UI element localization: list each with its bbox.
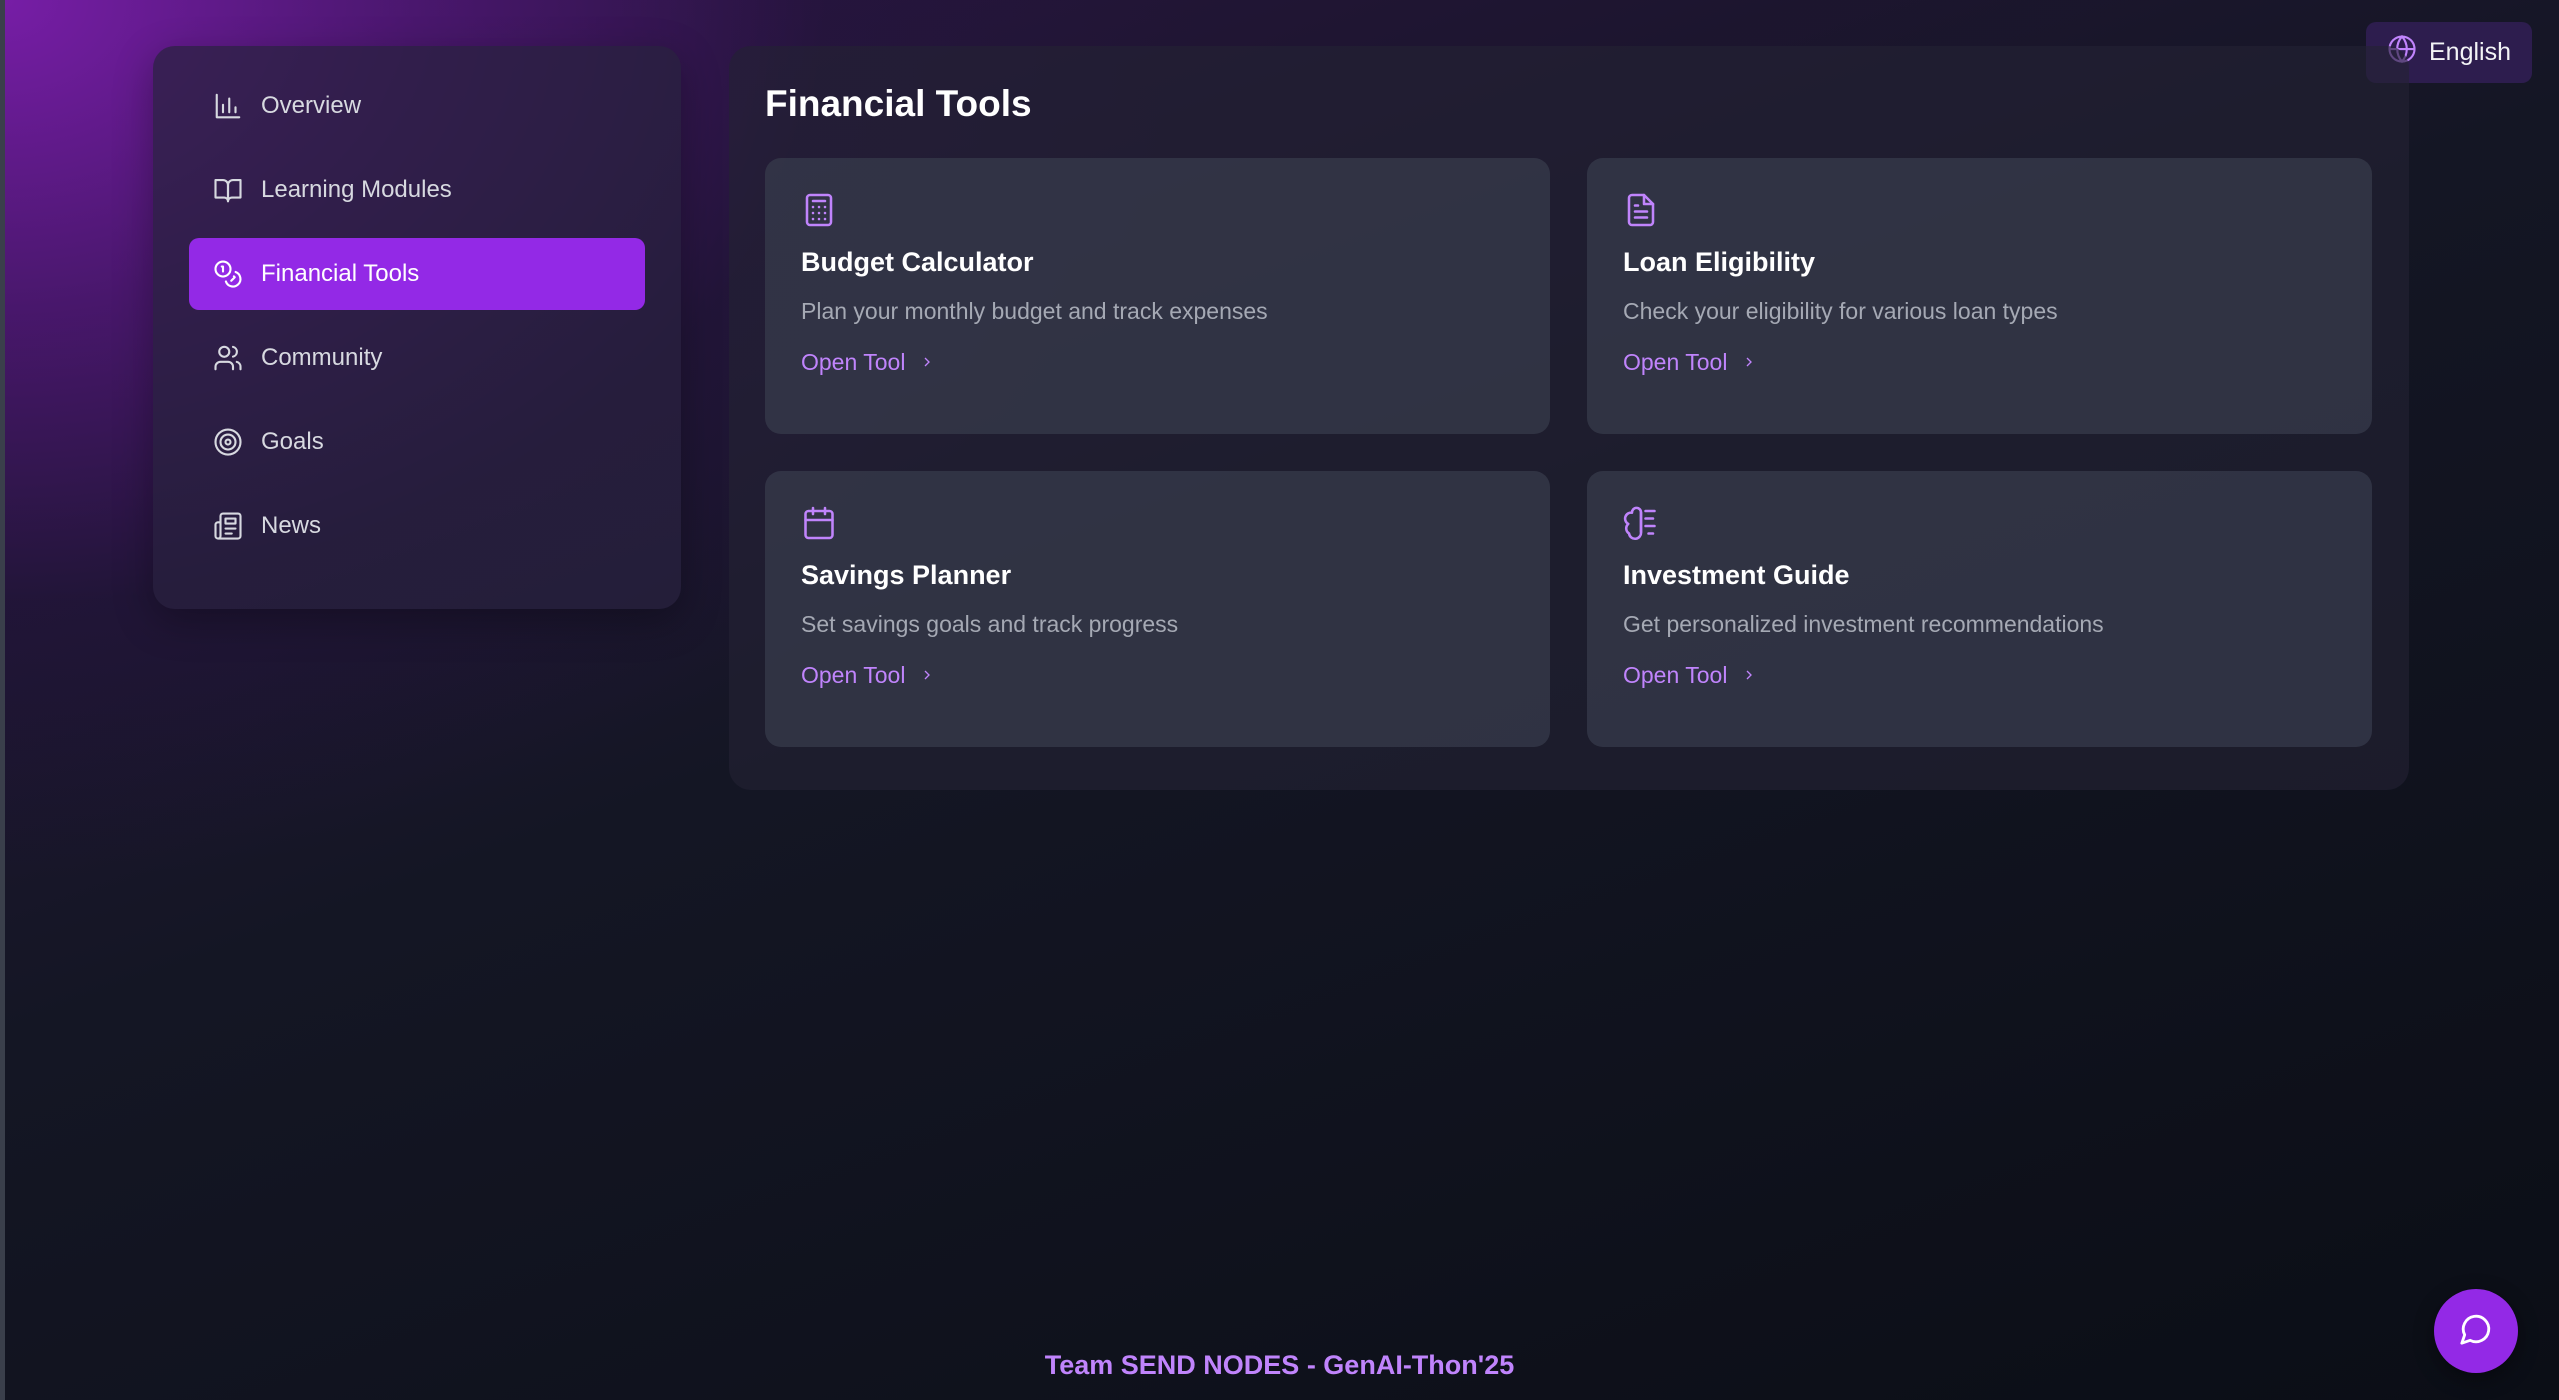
footer-credit: Team SEND NODES - GenAI-Thon'25	[1044, 1350, 1515, 1380]
tools-grid: Budget Calculator Plan your monthly budg…	[765, 158, 2373, 747]
newspaper-icon	[213, 511, 243, 541]
open-tool-label: Open Tool	[1623, 349, 1728, 375]
open-tool-link[interactable]: Open Tool	[801, 662, 935, 689]
card-title: Loan Eligibility	[1623, 247, 1816, 277]
target-icon	[213, 427, 243, 457]
brain-icon	[1623, 505, 2336, 546]
sidebar-item-goals[interactable]: Goals	[189, 406, 645, 478]
sidebar-item-news[interactable]: News	[189, 490, 645, 562]
sidebar-item-overview[interactable]: Overview	[189, 70, 645, 142]
file-text-icon	[1623, 192, 2336, 233]
message-circle-icon	[2459, 1312, 2493, 1351]
open-tool-label: Open Tool	[801, 349, 906, 375]
chat-button[interactable]	[2434, 1289, 2518, 1373]
financial-tools-panel: Financial Tools Budget Calculator Plan y…	[729, 46, 2409, 790]
open-tool-label: Open Tool	[801, 662, 906, 688]
bar-chart-icon	[213, 91, 243, 121]
sidebar-item-label: Goals	[261, 428, 324, 455]
sidebar-item-label: Community	[261, 344, 383, 371]
open-tool-label: Open Tool	[1623, 662, 1728, 688]
open-tool-link[interactable]: Open Tool	[801, 349, 935, 376]
sidebar-item-learning-modules[interactable]: Learning Modules	[189, 154, 645, 226]
tool-card-investment-guide[interactable]: Investment Guide Get personalized invest…	[1587, 471, 2372, 747]
chevron-right-icon	[1741, 662, 1757, 689]
open-tool-link[interactable]: Open Tool	[1623, 349, 1757, 376]
card-description: Get personalized investment recommendati…	[1623, 611, 2104, 637]
calculator-icon	[801, 192, 1514, 233]
card-description: Check your eligibility for various loan …	[1623, 298, 2058, 324]
sidebar-nav: Overview Learning Modules Financial Tool…	[153, 46, 681, 609]
chevron-right-icon	[1741, 349, 1757, 376]
card-description: Plan your monthly budget and track expen…	[801, 298, 1268, 324]
sidebar-item-label: Learning Modules	[261, 176, 452, 203]
tool-card-budget-calculator[interactable]: Budget Calculator Plan your monthly budg…	[765, 158, 1550, 434]
page-title: Financial Tools	[765, 83, 1032, 124]
chevron-right-icon	[919, 662, 935, 689]
open-tool-link[interactable]: Open Tool	[1623, 662, 1757, 689]
tool-card-savings-planner[interactable]: Savings Planner Set savings goals and tr…	[765, 471, 1550, 747]
book-open-icon	[213, 175, 243, 205]
sidebar-item-label: Financial Tools	[261, 260, 420, 287]
chevron-right-icon	[919, 349, 935, 376]
card-title: Investment Guide	[1623, 560, 1850, 590]
coins-icon	[213, 259, 243, 289]
calendar-icon	[801, 505, 1514, 546]
users-icon	[213, 343, 243, 373]
tool-card-loan-eligibility[interactable]: Loan Eligibility Check your eligibility …	[1587, 158, 2372, 434]
window-left-edge	[0, 0, 5, 1400]
card-title: Budget Calculator	[801, 247, 1034, 277]
sidebar-item-label: Overview	[261, 92, 362, 119]
card-description: Set savings goals and track progress	[801, 611, 1179, 637]
sidebar-item-financial-tools[interactable]: Financial Tools	[189, 238, 645, 310]
card-title: Savings Planner	[801, 560, 1012, 590]
sidebar-item-label: News	[261, 512, 322, 539]
sidebar-item-community[interactable]: Community	[189, 322, 645, 394]
language-label: English	[2429, 38, 2511, 66]
